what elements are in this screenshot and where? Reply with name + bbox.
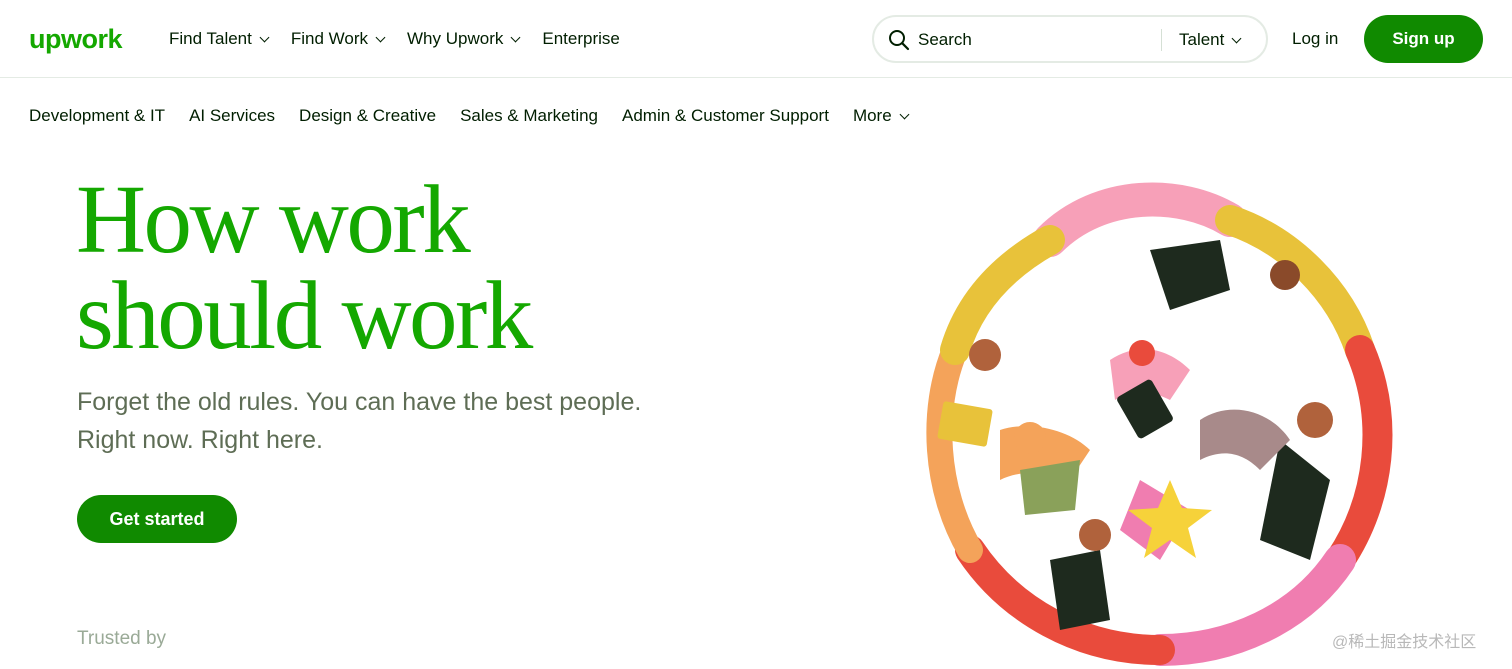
search-icon[interactable]	[888, 29, 910, 51]
category-nav: Development & IT AI Services Design & Cr…	[29, 104, 932, 128]
category-ai-services[interactable]: AI Services	[189, 104, 275, 128]
category-admin-support[interactable]: Admin & Customer Support	[622, 104, 829, 128]
nav-find-work[interactable]: Find Work	[290, 27, 386, 51]
nav-find-talent[interactable]: Find Talent	[169, 27, 270, 51]
login-link[interactable]: Log in	[1292, 27, 1338, 51]
chevron-down-icon	[1231, 33, 1242, 43]
chevron-down-icon	[510, 32, 521, 42]
search-scope-label: Talent	[1179, 30, 1225, 49]
chevron-down-icon	[899, 109, 910, 119]
search-input[interactable]	[918, 28, 1148, 52]
signup-button[interactable]: Sign up	[1364, 15, 1483, 63]
hero-subtitle: Forget the old rules. You can have the b…	[77, 383, 717, 459]
category-design-creative[interactable]: Design & Creative	[299, 104, 436, 128]
hero-title: How work should work	[76, 166, 716, 369]
nav-why-upwork[interactable]: Why Upwork	[407, 27, 521, 51]
chevron-down-icon	[375, 32, 386, 42]
chevron-down-icon	[259, 32, 270, 42]
search-box: Talent	[872, 15, 1268, 63]
logo-text: upwork	[29, 24, 123, 54]
nav-find-talent-label: Find Talent	[169, 29, 252, 48]
nav-why-upwork-label: Why Upwork	[407, 29, 504, 48]
category-more[interactable]: More	[852, 104, 910, 128]
category-sales-marketing[interactable]: Sales & Marketing	[460, 104, 598, 128]
hero-title-line2: should work	[76, 262, 533, 369]
category-more-label: More	[852, 106, 892, 125]
upwork-logo[interactable]: upwork	[29, 22, 129, 56]
nav-enterprise[interactable]: Enterprise	[542, 27, 619, 51]
search-divider	[1161, 29, 1162, 51]
trusted-by-label: Trusted by	[77, 628, 167, 649]
top-header: upwork Find Talent Find Work Why Upwork …	[0, 0, 1512, 78]
hero-illustration	[926, 182, 1393, 666]
nav-find-work-label: Find Work	[290, 29, 369, 48]
hero-title-line1: How work	[76, 166, 471, 273]
search-scope-dropdown[interactable]: Talent	[1179, 28, 1242, 52]
category-development-it[interactable]: Development & IT	[29, 104, 165, 128]
hero-subtitle-line2: Right now. Right here.	[77, 426, 323, 454]
get-started-button[interactable]: Get started	[77, 495, 237, 543]
hero-subtitle-line1: Forget the old rules. You can have the b…	[77, 388, 642, 416]
nav-enterprise-label: Enterprise	[542, 29, 620, 48]
main-nav: Find Talent Find Work Why Upwork Enterpr…	[169, 27, 643, 51]
watermark-text: @稀土掘金技术社区	[1332, 634, 1477, 651]
